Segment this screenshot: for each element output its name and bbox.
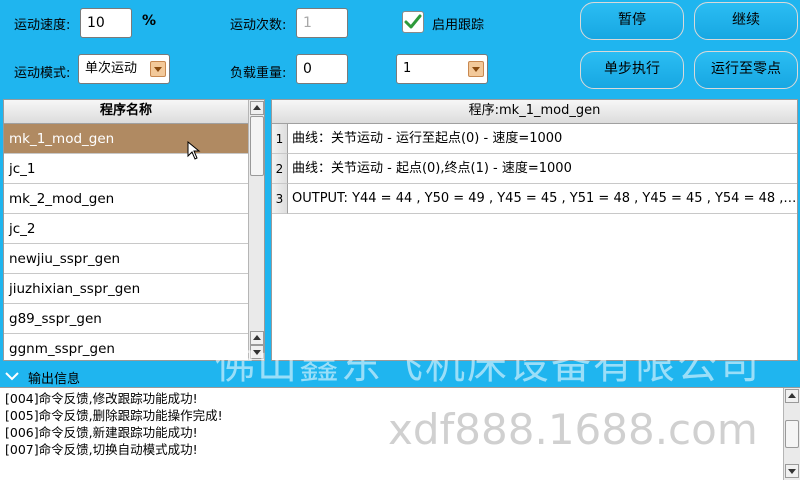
load-label: 负载重量:: [230, 66, 287, 81]
list-item[interactable]: g89_sspr_gen: [4, 304, 248, 334]
load-select-value: 1: [403, 61, 412, 76]
chevron-down-icon: [150, 61, 166, 77]
row-number: 1: [272, 124, 288, 154]
log-line: [006]命令反馈,新建跟踪功能成功!: [5, 425, 198, 440]
scroll-down-icon[interactable]: [785, 464, 799, 478]
scroll-up-icon[interactable]: [250, 331, 264, 345]
program-list-header: 程序名称: [4, 100, 248, 124]
load-select[interactable]: 1: [396, 54, 488, 84]
program-list: mk_1_mod_gen jc_1 mk_2_mod_gen jc_2 newj…: [4, 124, 248, 362]
resume-button[interactable]: 继续: [694, 2, 798, 40]
log-line: [005]命令反馈,删除跟踪功能操作完成!: [5, 408, 223, 423]
speed-input[interactable]: 10: [80, 8, 132, 38]
table-row[interactable]: 曲线：关节运动 - 运行至起点(0) - 速度=1000: [288, 124, 797, 154]
load-input[interactable]: 0: [296, 54, 348, 84]
list-item[interactable]: jiuzhixian_sspr_gen: [4, 274, 248, 304]
scroll-down-icon[interactable]: [250, 345, 264, 359]
speed-label: 运动速度:: [14, 18, 71, 33]
mode-label: 运动模式:: [14, 66, 71, 81]
list-item[interactable]: jc_2: [4, 214, 248, 244]
output-title: 输出信息: [28, 372, 81, 387]
count-input[interactable]: 1: [296, 8, 348, 38]
cursor-arrow-icon: [187, 141, 201, 160]
list-item[interactable]: mk_1_mod_gen: [4, 124, 248, 154]
output-log-panel: [004]命令反馈,修改跟踪功能成功! [005]命令反馈,删除跟踪功能操作完成…: [0, 387, 800, 480]
program-detail-table: 1 曲线：关节运动 - 运行至起点(0) - 速度=1000 2 曲线：关节运动…: [272, 124, 797, 360]
output-toggle[interactable]: [4, 368, 20, 384]
scrollbar-thumb[interactable]: [250, 116, 264, 176]
row-number: 2: [272, 154, 288, 184]
log-line: [004]命令反馈,修改跟踪功能成功!: [5, 391, 198, 406]
log-line: [007]命令反馈,切换自动模式成功!: [5, 442, 198, 457]
step-button[interactable]: 单步执行: [580, 51, 684, 89]
program-list-panel: 程序名称 mk_1_mod_gen jc_1 mk_2_mod_gen jc_2…: [3, 99, 265, 361]
scroll-up-icon[interactable]: [785, 389, 799, 403]
output-scrollbar[interactable]: [783, 388, 800, 480]
chevron-down-icon: [468, 61, 484, 77]
list-item[interactable]: ggnm_sspr_gen: [4, 334, 248, 362]
list-item[interactable]: jc_1: [4, 154, 248, 184]
table-row[interactable]: 曲线：关节运动 - 起点(0),终点(1) - 速度=1000: [288, 154, 797, 184]
program-list-scrollbar[interactable]: [248, 100, 264, 360]
home-button[interactable]: 运行至零点: [694, 51, 798, 89]
speed-unit: %: [142, 13, 157, 29]
list-item[interactable]: mk_2_mod_gen: [4, 184, 248, 214]
list-item[interactable]: newjiu_sspr_gen: [4, 244, 248, 274]
program-detail-header: 程序:mk_1_mod_gen: [272, 100, 797, 124]
count-label: 运动次数:: [230, 18, 287, 33]
pause-button[interactable]: 暂停: [580, 2, 684, 40]
table-row[interactable]: OUTPUT: Y44 = 44 , Y50 = 49 , Y45 = 45 ,…: [288, 184, 797, 214]
mode-select[interactable]: 单次运动: [78, 54, 170, 84]
row-number: 3: [272, 184, 288, 214]
scrollbar-thumb[interactable]: [785, 420, 799, 448]
mode-select-value: 单次运动: [85, 61, 138, 76]
scroll-up-icon[interactable]: [250, 101, 264, 115]
chevron-down-icon: [5, 372, 19, 381]
tracking-label: 启用跟踪: [432, 18, 485, 33]
program-detail-panel: 程序:mk_1_mod_gen 1 曲线：关节运动 - 运行至起点(0) - 速…: [271, 99, 798, 361]
tracking-checkbox[interactable]: [402, 11, 424, 33]
check-icon: [404, 14, 422, 29]
